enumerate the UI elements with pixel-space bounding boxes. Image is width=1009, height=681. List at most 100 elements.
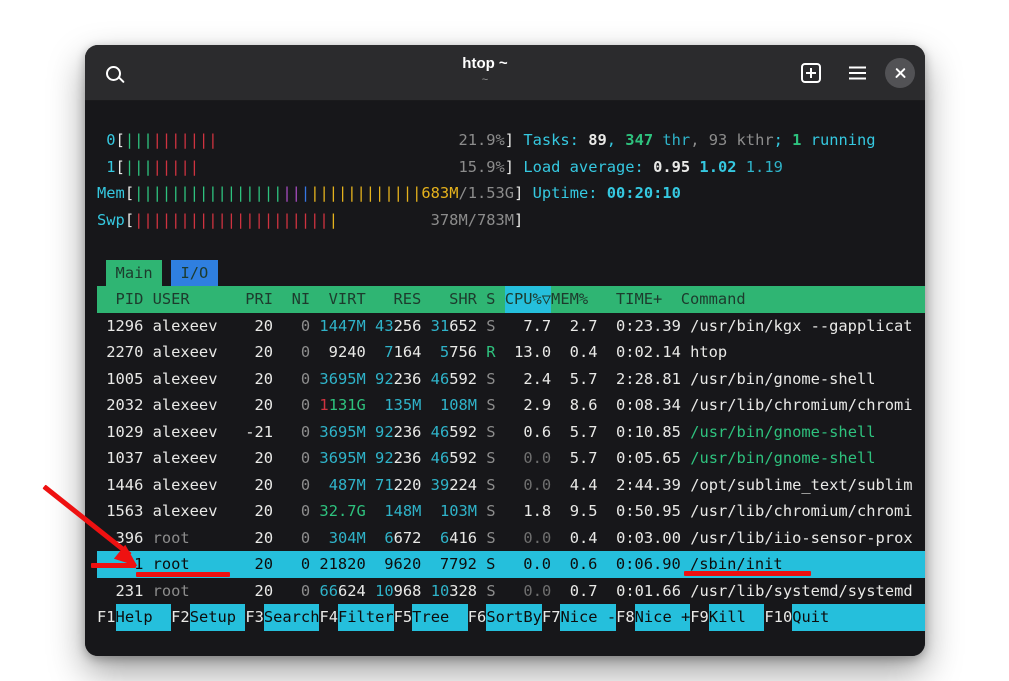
cpu1-percent: 15.9% (458, 154, 504, 181)
process-row[interactable]: 231 root 20 0 66624 10968 10328 S 0.0 0.… (97, 578, 925, 605)
red-underline-pid-annotation (136, 572, 230, 577)
fn-setup-button[interactable]: Setup (190, 604, 246, 631)
process-row[interactable]: 1446 alexeev 20 0 487M 71220 39224 S 0.0… (97, 472, 925, 499)
uptime-value: 00:20:10 (607, 180, 681, 207)
function-key-bar: F1Help F2Setup F3SearchF4FilterF5Tree F6… (97, 604, 925, 631)
tab-main[interactable]: Main (106, 260, 162, 287)
text-segment: 1 (319, 392, 328, 419)
hamburger-icon (849, 72, 866, 75)
text-segment: 0.0 (523, 445, 551, 472)
column-header-cpu-sort[interactable]: CPU%▽ (505, 286, 551, 313)
process-row[interactable]: 1005 alexeev 20 0 3695M 92236 46592 S 2.… (97, 366, 925, 393)
text-segment (310, 445, 319, 472)
fn-tree-button[interactable]: Tree (412, 604, 468, 631)
text-segment: 3695M (319, 445, 365, 472)
menu-button[interactable] (839, 55, 875, 91)
text-segment: S (486, 498, 495, 525)
text-segment: 1296 alexeev 20 (97, 313, 282, 340)
fn-quit-button[interactable]: Quit (792, 604, 925, 631)
text-segment: 0.0 (523, 578, 551, 605)
process-row[interactable]: 1029 alexeev -21 0 3695M 92236 46592 S 0… (97, 419, 925, 446)
process-row[interactable]: 1037 alexeev 20 0 3695M 92236 46592 S 0.… (97, 445, 925, 472)
titlebar-buttons (793, 55, 915, 91)
text-segment: 1029 alexeev -21 (97, 419, 282, 446)
text-segment (310, 419, 319, 446)
text-segment: 968 (394, 578, 431, 605)
text-segment: 0 (282, 525, 310, 552)
fn-filter-button[interactable]: Filter (338, 604, 394, 631)
mem-label: Mem (97, 180, 125, 207)
swap-bars-used: ||||||||||||||||||||| (134, 207, 329, 234)
process-row[interactable]: 2032 alexeev 20 0 1131G 135M 108M S 2.9 … (97, 392, 925, 419)
search-button[interactable] (95, 55, 131, 91)
text-segment: 164 (394, 339, 440, 366)
process-row[interactable]: 1296 alexeev 20 0 1447M 43256 31652 S 7.… (97, 313, 925, 340)
table-header-columns-right[interactable]: MEM% TIME+ Command (551, 286, 746, 313)
process-row[interactable]: 1563 alexeev 20 0 32.7G 148M 103M S 1.8 … (97, 498, 925, 525)
load-5min: 1.02 (699, 154, 736, 181)
text-segment (366, 313, 375, 340)
table-header: PID USER PRI NI VIRT RES SHR S CPU%▽MEM%… (97, 286, 925, 313)
text-segment (97, 233, 106, 260)
text-segment: 92 (375, 445, 394, 472)
text-segment: 2270 alexeev 20 (97, 339, 282, 366)
text-segment: ] (505, 154, 524, 181)
cpu0-percent: 21.9% (458, 127, 504, 154)
text-segment: 31 (431, 313, 450, 340)
text-segment: 0 (282, 313, 310, 340)
tab-io[interactable]: I/O (171, 260, 217, 287)
text-segment: ] (514, 207, 523, 234)
text-segment: S (486, 392, 495, 419)
text-segment (477, 392, 486, 419)
text-segment: 236 (394, 419, 431, 446)
fn-nice-plus-button[interactable]: Nice + (635, 604, 691, 631)
text-segment (421, 392, 440, 419)
close-button[interactable] (885, 58, 915, 88)
text-segment: 46 (431, 445, 450, 472)
text-segment: 2.4 5.7 2:28.81 /usr/bin/gnome-shell (496, 366, 876, 393)
text-segment: 0.7 0:01.66 /usr/lib/systemd/systemd (551, 578, 912, 605)
text-segment: 43 (375, 313, 394, 340)
text-segment: ] (514, 180, 533, 207)
text-segment: /usr/bin/gnome-shell (690, 419, 875, 446)
titlebar[interactable]: htop ~ ~ (85, 45, 925, 101)
search-icon (106, 66, 121, 81)
cpu1-meter-and-load-line: 1[|||||||| 15.9%] Load average: 0.95 1.0… (97, 154, 925, 181)
red-underline-command-annotation (684, 571, 811, 576)
swap-used-total: 378M/783M (431, 207, 514, 234)
text-segment (366, 419, 375, 446)
text-segment: 0 (282, 472, 310, 499)
fn-sortby-button[interactable]: SortBy (486, 604, 542, 631)
process-row[interactable]: 2270 alexeev 20 0 9240 7164 5756 R 13.0 … (97, 339, 925, 366)
text-segment: [ (116, 154, 125, 181)
text-segment: 624 (338, 578, 375, 605)
fn-nice-minus-button[interactable]: Nice - (560, 604, 616, 631)
fn-key-f3: F3 (245, 604, 264, 631)
fn-key-f9: F9 (690, 604, 709, 631)
load-15min: 1.19 (746, 154, 783, 181)
page-background: { "window": { "title": "htop ~", "subtit… (0, 0, 1009, 681)
fn-help-button[interactable]: Help (116, 604, 172, 631)
text-segment: S (486, 313, 495, 340)
text-segment: 39 (431, 472, 450, 499)
cpu0-label: 0 (97, 127, 116, 154)
text-segment: 0.4 0:03.00 /usr/lib/iio-sensor-prox (551, 525, 912, 552)
cpu1-bars-kernel: ||||| (153, 154, 199, 181)
new-tab-button[interactable] (793, 55, 829, 91)
text-segment (366, 445, 375, 472)
text-segment: 131G (329, 392, 366, 419)
text-segment: 2.9 8.6 0:08.34 /usr/lib/chromium/chromi (496, 392, 913, 419)
text-segment: 0.0 (523, 525, 551, 552)
text-segment: 0 (282, 578, 310, 605)
text-segment (310, 313, 319, 340)
process-row[interactable]: 396 root 20 0 304M 6672 6416 S 0.0 0.4 0… (97, 525, 925, 552)
text-segment: 1005 alexeev 20 (97, 366, 282, 393)
fn-kill-button[interactable]: Kill (709, 604, 765, 631)
cpu1-label: 1 (97, 154, 116, 181)
text-segment: 5 (440, 339, 449, 366)
table-header-columns[interactable]: PID USER PRI NI VIRT RES SHR S (97, 286, 505, 313)
fn-search-button[interactable]: Search (264, 604, 320, 631)
window-title: htop ~ (205, 53, 765, 74)
cpu0-meter-and-tasks-line: 0[|||||||||| 21.9%] Tasks: 89, 347 thr, … (97, 127, 925, 154)
text-segment: 672 (394, 525, 440, 552)
